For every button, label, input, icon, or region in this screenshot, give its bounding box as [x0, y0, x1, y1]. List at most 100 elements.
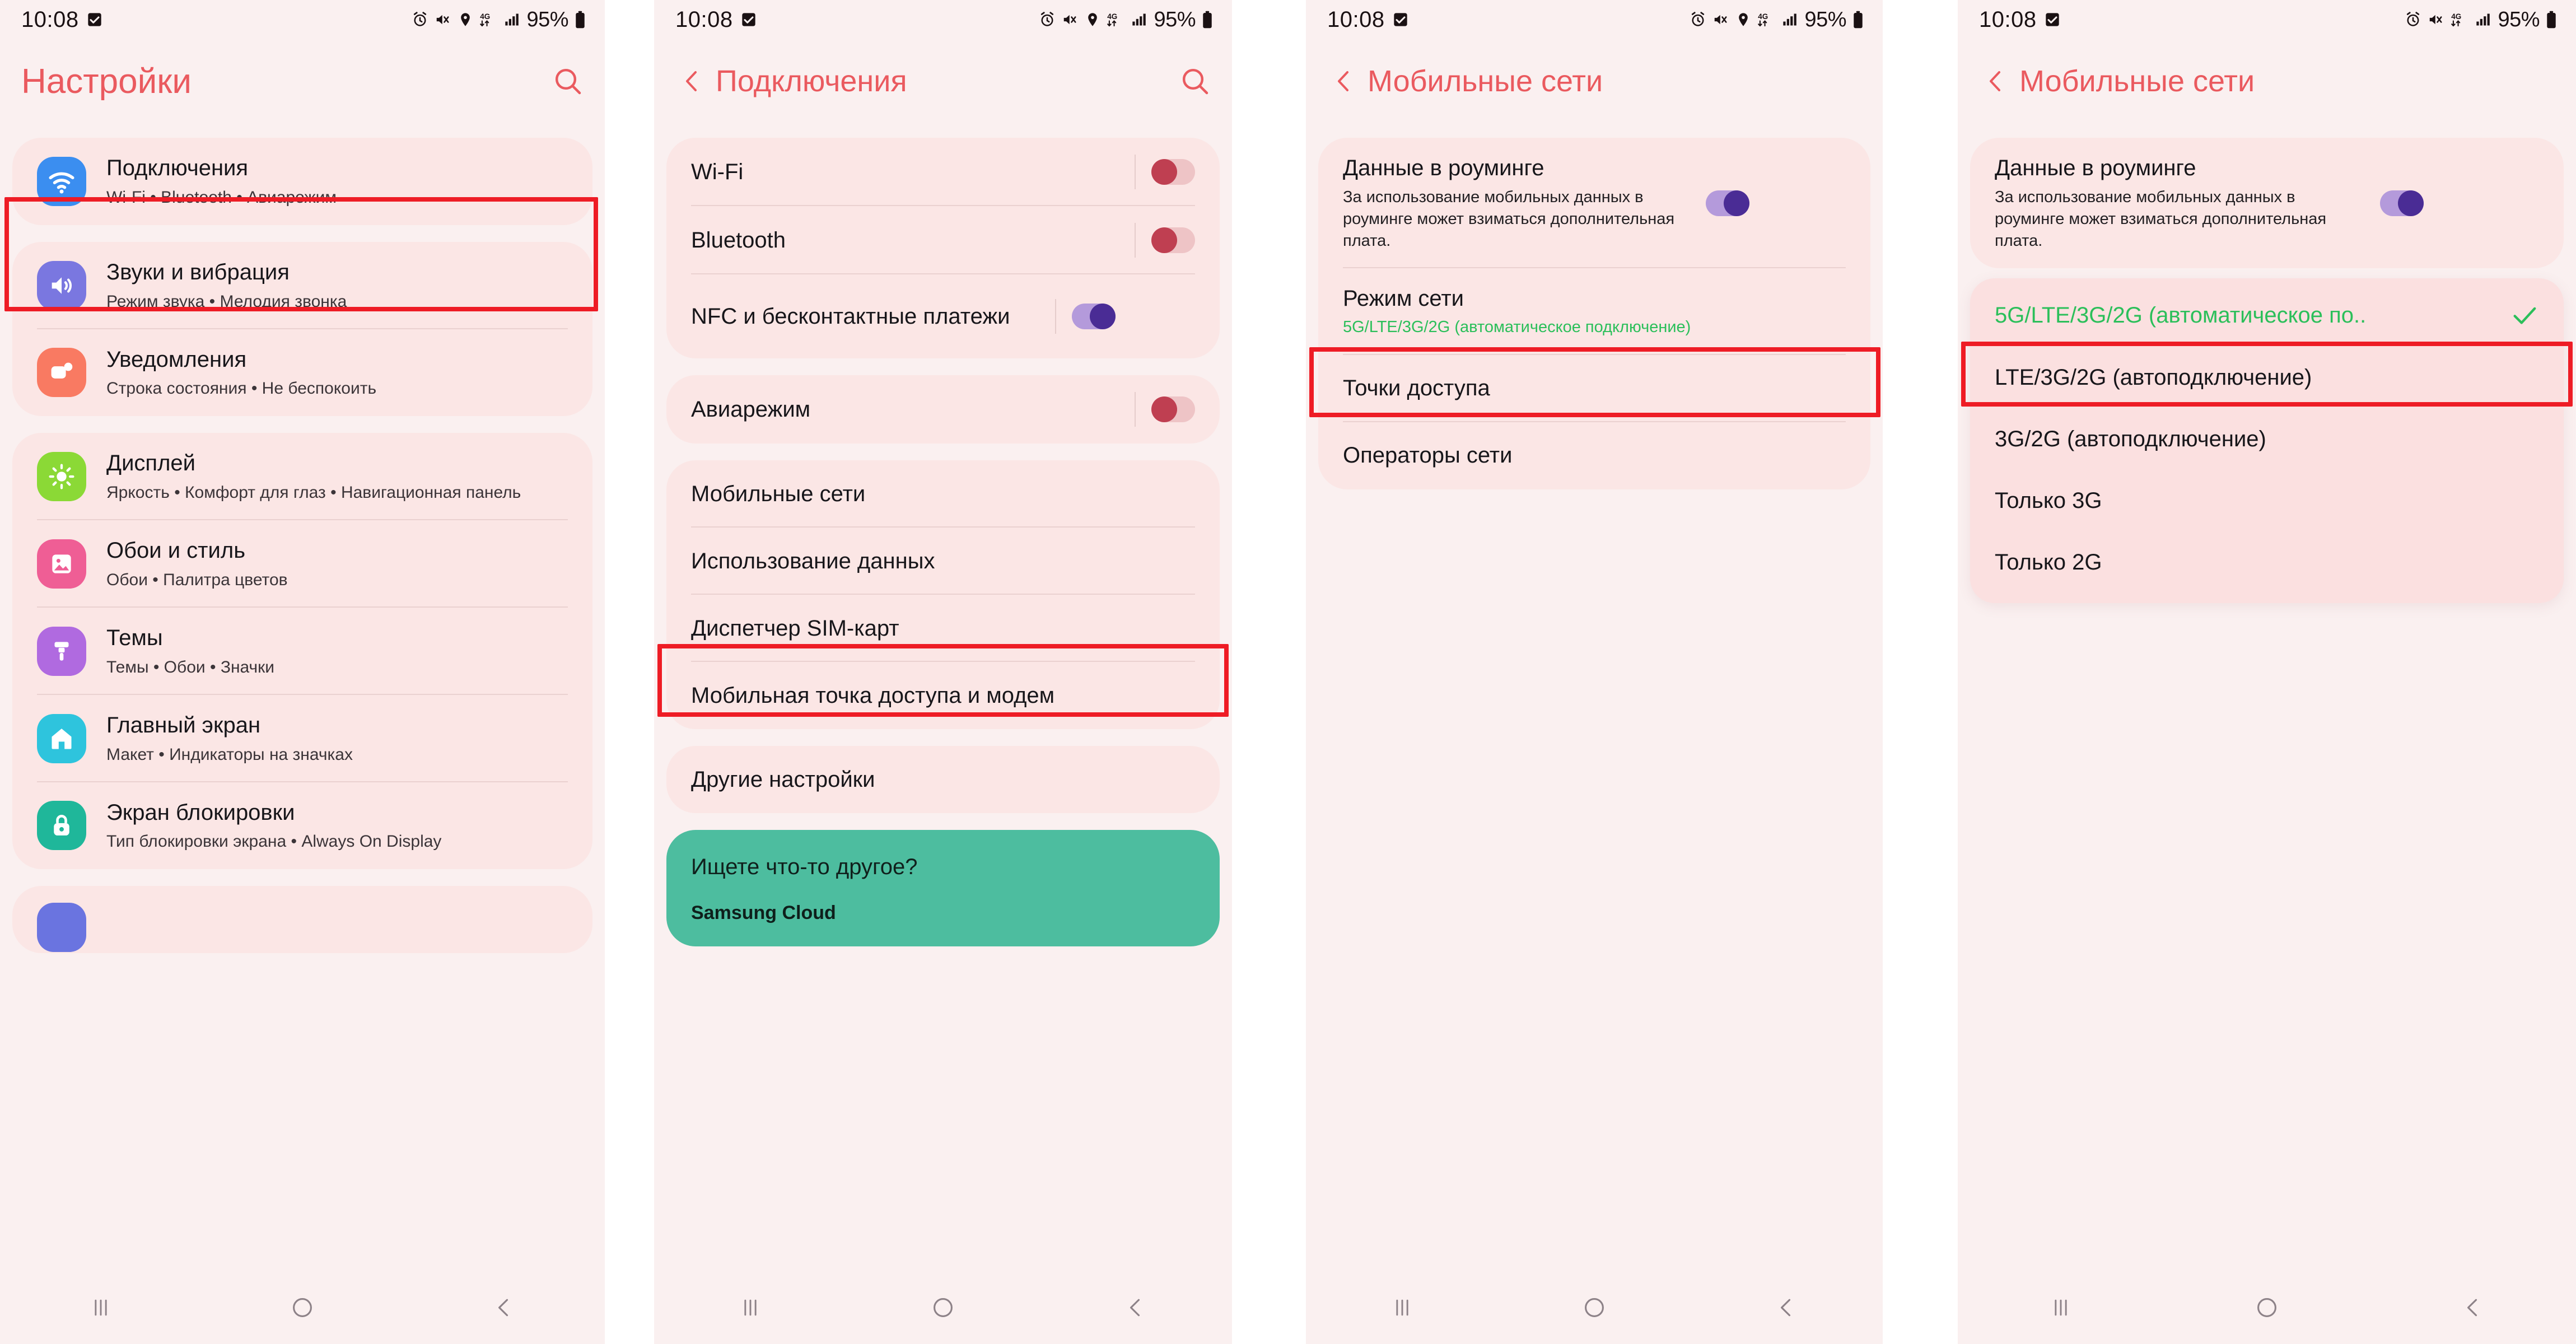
- signal-bars-icon: [1783, 13, 1797, 26]
- mobile-item-operators[interactable]: Операторы сети: [1318, 422, 1870, 489]
- item-title: Мобильные сети: [691, 481, 866, 506]
- menu-item-2g-only[interactable]: Только 2G: [1970, 531, 2564, 593]
- connections-item-mobile-networks[interactable]: Мобильные сети: [666, 460, 1220, 528]
- mobile-item-roaming[interactable]: Данные в роуминге За использование мобил…: [1318, 138, 1870, 269]
- item-title: Точки доступа: [1343, 376, 1490, 401]
- connections-item-other-settings[interactable]: Другие настройки: [666, 746, 1220, 813]
- connections-item-data-usage[interactable]: Использование данных: [666, 528, 1220, 595]
- bluetooth-toggle[interactable]: [1151, 227, 1195, 253]
- alarm-icon: [2407, 12, 2420, 26]
- connections-item-bluetooth[interactable]: Bluetooth: [666, 206, 1220, 274]
- settings-item-home-screen[interactable]: Главный экран Макет • Индикаторы на знач…: [12, 695, 592, 782]
- navigation-bar: [1306, 1271, 1883, 1344]
- search-icon[interactable]: [552, 66, 584, 97]
- connections-group-airplane: Авиарежим: [666, 375, 1220, 444]
- mobile-item-network-mode[interactable]: Режим сети 5G/LTE/3G/2G (автоматическое …: [1318, 268, 1870, 355]
- menu-item-5g-lte-3g-2g[interactable]: 5G/LTE/3G/2G (автоматическое по..: [1970, 284, 2564, 347]
- toggle-knob: [1151, 159, 1177, 185]
- menu-item-3g-2g[interactable]: 3G/2G (автоподключение): [1970, 408, 2564, 470]
- toggle-separator: [1135, 392, 1136, 427]
- check-icon: [2513, 307, 2536, 324]
- data-transfer-4g-icon: 4G: [480, 12, 491, 27]
- wallpaper-icon: [37, 539, 86, 589]
- connections-item-wifi[interactable]: Wi-Fi: [666, 138, 1220, 206]
- back-button[interactable]: [470, 1288, 538, 1327]
- status-bar-right: 4G 95%: [1690, 8, 1864, 32]
- mobile-networks-header: Мобильные сети: [1306, 39, 1883, 123]
- status-bar-left: 10:08: [675, 7, 757, 32]
- signal-bars-icon: [505, 13, 519, 26]
- item-subtitle: За использование мобильных данных в роум…: [1343, 188, 1675, 250]
- data-transfer-4g-icon: 4G: [2451, 12, 2462, 27]
- back-chevron-left-icon[interactable]: [675, 65, 708, 97]
- item-subtitle: За использование мобильных данных в роум…: [1995, 188, 2327, 250]
- connections-item-hotspot[interactable]: Мобильная точка доступа и модем: [666, 662, 1220, 729]
- back-button[interactable]: [1102, 1288, 1169, 1327]
- settings-item-wallpaper[interactable]: Обои и стиль Обои • Палитра цветов: [12, 520, 592, 608]
- search-icon[interactable]: [1179, 66, 1211, 97]
- item-text: Bluetooth: [691, 227, 1129, 254]
- recents-button[interactable]: [1369, 1288, 1436, 1327]
- home-button[interactable]: [2233, 1288, 2300, 1327]
- navigation-bar: [0, 1271, 605, 1344]
- menu-item-lte-3g-2g[interactable]: LTE/3G/2G (автоподключение): [1970, 347, 2564, 408]
- item-title: Темы: [106, 625, 163, 650]
- settings-item-notifications[interactable]: Уведомления Строка состояния • Не беспок…: [12, 329, 592, 417]
- item-text: Точки доступа: [1343, 375, 1846, 402]
- navigation-bar: [654, 1271, 1232, 1344]
- battery-icon: [576, 11, 585, 29]
- home-button[interactable]: [1561, 1288, 1628, 1327]
- mobile-item-access-points[interactable]: Точки доступа: [1318, 355, 1870, 422]
- settings-item-display[interactable]: Дисплей Яркость • Комфорт для глаз • Нав…: [12, 433, 592, 521]
- settings-group-connections: Подключения Wi-Fi • Bluetooth • Авиарежи…: [12, 138, 592, 225]
- nfc-toggle[interactable]: [1072, 304, 1116, 329]
- menu-item-label: Только 2G: [1995, 549, 2102, 575]
- back-button[interactable]: [1753, 1288, 1820, 1327]
- recents-button[interactable]: [67, 1288, 134, 1327]
- alarm-icon: [1041, 12, 1054, 26]
- item-title: Wi-Fi: [691, 159, 744, 184]
- connections-item-sim-manager[interactable]: Диспетчер SIM-карт: [666, 595, 1220, 662]
- connections-item-nfc[interactable]: NFC и бесконтактные платежи: [666, 274, 1220, 358]
- item-subtitle: Режим звука • Мелодия звонка: [106, 292, 347, 311]
- promo-card-samsung-cloud[interactable]: Ищете что-то другое? Samsung Cloud: [666, 830, 1220, 946]
- back-button[interactable]: [2439, 1288, 2507, 1327]
- menu-item-label: 5G/LTE/3G/2G (автоматическое по..: [1995, 302, 2367, 328]
- toggle-separator: [1135, 155, 1136, 189]
- settings-group-sound-notifications: Звуки и вибрация Режим звука • Мелодия з…: [12, 241, 592, 417]
- home-button[interactable]: [269, 1288, 336, 1327]
- settings-item-connections[interactable]: Подключения Wi-Fi • Bluetooth • Авиарежи…: [12, 138, 592, 225]
- item-title: Данные в роуминге: [1995, 156, 2196, 180]
- page-title: Мобильные сети: [1368, 64, 1603, 98]
- item-subtitle: 5G/LTE/3G/2G (автоматическое подключение…: [1343, 318, 1691, 337]
- status-bar: 10:08 4G 95%: [1958, 0, 2576, 39]
- connections-item-airplane[interactable]: Авиарежим: [666, 375, 1220, 444]
- alarm-icon: [414, 12, 427, 26]
- settings-item-partial[interactable]: [12, 886, 592, 953]
- promo-title: Ищете что-то другое?: [691, 855, 918, 879]
- menu-item-3g-only[interactable]: Только 3G: [1970, 470, 2564, 531]
- roaming-toggle[interactable]: [2380, 190, 2424, 216]
- mobile-networks-group: Данные в роуминге За использование мобил…: [1318, 138, 1870, 489]
- back-chevron-left-icon[interactable]: [1979, 65, 2012, 97]
- settings-item-lock-screen[interactable]: Экран блокировки Тип блокировки экрана •…: [12, 782, 592, 870]
- navigation-bar: [1958, 1271, 2576, 1344]
- settings-item-sounds[interactable]: Звуки и вибрация Режим звука • Мелодия з…: [12, 242, 592, 329]
- settings-item-text: Главный экран Макет • Индикаторы на знач…: [106, 712, 568, 766]
- recents-button[interactable]: [2027, 1288, 2094, 1327]
- mobile-item-roaming[interactable]: Данные в роуминге За использование мобил…: [1970, 138, 2564, 268]
- item-title: Уведомления: [106, 347, 247, 372]
- back-chevron-left-icon[interactable]: [1327, 65, 1360, 97]
- phone-panel-connections: 10:08 4G 95% Подключения Wi-Fi Bluetooth…: [654, 0, 1232, 1344]
- airplane-toggle[interactable]: [1151, 396, 1195, 422]
- wifi-toggle[interactable]: [1151, 159, 1195, 185]
- settings-item-themes[interactable]: Темы Темы • Обои • Значки: [12, 608, 592, 695]
- roaming-toggle[interactable]: [1706, 190, 1749, 216]
- item-text: NFC и бесконтактные платежи: [691, 303, 1049, 330]
- connections-group-other: Другие настройки: [666, 746, 1220, 813]
- item-subtitle: Тип блокировки экрана • Always On Displa…: [106, 832, 442, 851]
- recents-button[interactable]: [717, 1288, 784, 1327]
- home-button[interactable]: [909, 1288, 977, 1327]
